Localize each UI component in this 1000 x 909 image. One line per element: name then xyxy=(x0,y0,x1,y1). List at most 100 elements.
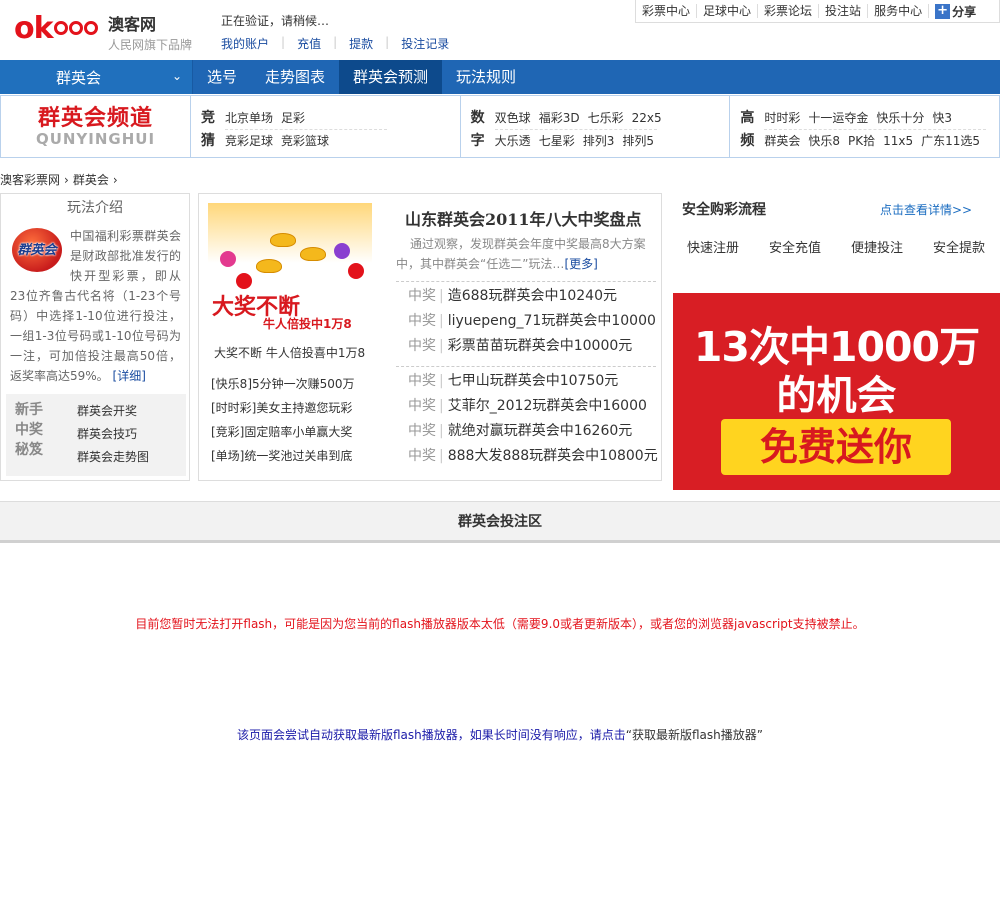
channel-link[interactable]: 足彩 xyxy=(281,107,305,129)
promo-banner[interactable]: 13次中1000万 的机会 免费送你 xyxy=(673,293,1000,490)
step-bet[interactable]: 便捷投注 xyxy=(836,237,918,256)
lottery-ball-icon xyxy=(334,243,350,259)
news-panel: 大奖不断 牛人倍投中1万8 大奖不断 牛人倍投喜中1万8 [快乐8]5分钟一次赚… xyxy=(198,193,662,481)
flash-error-message: 目前您暂时无法打开flash，可能是因为您当前的flash播放器版本太低（需要9… xyxy=(135,617,865,631)
channel-link[interactable]: 22x5 xyxy=(632,107,662,129)
intro-body: 群英会 中国福利彩票群英会是财政部批准发行的快开型彩票，即从23位齐鲁古代名将（… xyxy=(1,222,189,386)
promo-free-button[interactable]: 免费送你 xyxy=(721,419,951,475)
win-text: 七甲山玩群英会中10750元 xyxy=(447,373,619,389)
channel-group-high-freq: 高频 时时彩 十一运夺金 快乐十分 快3 群英会 快乐8 PK拾 11x5 广东… xyxy=(730,96,999,157)
top-link-football-center[interactable]: 足球中心 xyxy=(697,4,759,18)
banner-caption[interactable]: 大奖不断 牛人倍投喜中1万8 xyxy=(214,344,365,361)
tip-link[interactable]: 群英会走势图 xyxy=(77,446,149,469)
flash-download-link[interactable]: “获取最新版flash播放器” xyxy=(626,728,763,742)
tip-link[interactable]: 群英会技巧 xyxy=(77,423,149,446)
win-label: 中奖 xyxy=(408,373,436,389)
top-link-lottery-center[interactable]: 彩票中心 xyxy=(636,4,698,18)
withdraw-link[interactable]: 提款 xyxy=(349,35,373,52)
top-link-bet-station[interactable]: 投注站 xyxy=(819,4,869,18)
win-text: 艾菲尔_2012玩群英会中16000 xyxy=(447,398,647,414)
win-item[interactable]: 中奖 | 七甲山玩群英会中10750元 xyxy=(396,369,656,394)
channel-link[interactable]: 群英会 xyxy=(764,130,800,153)
win-item[interactable]: 中奖 | 888大发888玩群英会中10800元 xyxy=(396,444,658,469)
nav-tab-pick[interactable]: 选号 xyxy=(193,60,251,94)
win-item[interactable]: 中奖 | 就绝对赢玩群英会中16260元 xyxy=(396,419,656,444)
tip-link[interactable]: 群英会开奖 xyxy=(77,400,149,423)
lottery-select[interactable]: 群英会 ⌄ xyxy=(0,60,193,94)
news-more-link[interactable]: [更多] xyxy=(564,257,597,271)
safe-detail-link[interactable]: 点击查看详情>> xyxy=(880,201,972,218)
brand-block: 澳客网 人民网旗下品牌 xyxy=(108,11,192,53)
lottery-ball-icon xyxy=(348,263,364,279)
safe-title: 安全购彩流程 xyxy=(682,202,766,218)
top-link-service[interactable]: 服务中心 xyxy=(868,4,930,18)
news-headline[interactable]: 山东群英会2011年八大中奖盘点 xyxy=(405,206,642,230)
channel-link[interactable]: 时时彩 xyxy=(764,107,800,129)
news-summary: 通过观察，发现群英会年度中奖最高8大方案中，其中群英会“任选二”玩法…[更多] xyxy=(396,234,654,274)
nav-tab-forecast[interactable]: 群英会预测 xyxy=(339,60,443,94)
gold-ingot-icon xyxy=(300,247,326,261)
separator: | xyxy=(333,35,338,49)
channel-link[interactable]: 快乐十分 xyxy=(876,107,924,129)
tips-box: 新手中奖秘笈 群英会开奖 群英会技巧 群英会走势图 xyxy=(6,394,186,476)
win-item[interactable]: 中奖 | 彩票苗苗玩群英会中10000元 xyxy=(396,334,656,359)
channel-link[interactable]: 竞彩篮球 xyxy=(281,130,329,153)
channel-link[interactable]: 七星彩 xyxy=(539,130,575,153)
step-register[interactable]: 快速注册 xyxy=(672,237,754,256)
qunyinghui-logo: 群英会 xyxy=(10,228,64,272)
bet-record-link[interactable]: 投注记录 xyxy=(401,35,449,52)
news-item[interactable]: [时时彩]美女主持邀您玩彩 xyxy=(211,396,355,420)
channel-link[interactable]: 11x5 xyxy=(883,130,913,153)
news-item[interactable]: [快乐8]5分钟一次赚500万 xyxy=(211,372,355,396)
win-text: 彩票苗苗玩群英会中10000元 xyxy=(447,338,633,354)
recharge-link[interactable]: 充值 xyxy=(297,35,321,52)
site-header: ok 澳客网 人民网旗下品牌 正在验证，请稍候… 我的账户 | 充值 | 提款 … xyxy=(0,0,1000,60)
logo-ring xyxy=(83,21,98,35)
banner-subline: 牛人倍投中1万8 xyxy=(263,317,352,331)
channel-link[interactable]: 排列3 xyxy=(583,130,615,153)
intro-detail-link[interactable]: [详细] xyxy=(113,369,146,383)
top-link-forum[interactable]: 彩票论坛 xyxy=(758,4,820,18)
intro-panel: 玩法介绍 群英会 中国福利彩票群英会是财政部批准发行的快开型彩票，即从23位齐鲁… xyxy=(0,193,190,481)
channel-link[interactable]: 北京单场 xyxy=(225,107,273,129)
step-recharge[interactable]: 安全充值 xyxy=(754,237,836,256)
news-summary-text: 通过观察，发现群英会年度中奖最高8大方案中，其中群英会“任选二”玩法… xyxy=(396,237,646,271)
channel-link[interactable]: 快乐8 xyxy=(808,130,840,153)
nav-tab-trend[interactable]: 走势图表 xyxy=(251,60,339,94)
safe-purchase-panel: 安全购彩流程 点击查看详情>> 快速注册 安全充值 便捷投注 安全提款 xyxy=(672,193,1000,278)
win-text: 888大发888玩群英会中10800元 xyxy=(447,448,658,464)
win-item[interactable]: 中奖 | liyuepeng_71玩群英会中10000 xyxy=(396,309,656,334)
intro-title: 玩法介绍 xyxy=(67,200,123,216)
logo-text: 群英会 xyxy=(17,243,57,258)
channel-link[interactable]: 十一运夺金 xyxy=(808,107,868,129)
breadcrumb-current[interactable]: 群英会 xyxy=(73,173,109,187)
channel-link[interactable]: 快3 xyxy=(932,107,952,129)
channel-link[interactable]: PK拾 xyxy=(848,130,875,153)
channel-link[interactable]: 大乐透 xyxy=(495,130,531,153)
win-label: 中奖 xyxy=(408,288,436,304)
brand-subtitle: 人民网旗下品牌 xyxy=(108,38,193,52)
win-item[interactable]: 中奖 | 造688玩群英会中10240元 xyxy=(396,284,656,309)
breadcrumb-home[interactable]: 澳客彩票网 xyxy=(0,173,60,187)
okooo-logo[interactable]: ok xyxy=(14,10,98,46)
nav-tab-rules[interactable]: 玩法规则 xyxy=(442,60,530,94)
win-list-b: 中奖 | 七甲山玩群英会中10750元 中奖 | 艾菲尔_2012玩群英会中16000 … xyxy=(396,366,658,469)
channel-link[interactable]: 排列5 xyxy=(622,130,654,153)
logo-ring xyxy=(53,21,68,35)
channel-link[interactable]: 福彩3D xyxy=(539,107,580,129)
news-banner-image[interactable]: 大奖不断 牛人倍投中1万8 xyxy=(208,203,372,337)
channel-link[interactable]: 双色球 xyxy=(495,107,531,129)
channel-logo[interactable]: 群英会频道 QUNYINGHUI xyxy=(1,96,191,157)
news-item[interactable]: [单场]统一奖池过关串到底 xyxy=(211,444,355,468)
channel-link[interactable]: 竞彩足球 xyxy=(225,130,273,153)
my-account-link[interactable]: 我的账户 xyxy=(221,35,269,52)
account-links: 我的账户 | 充值 | 提款 | 投注记录 xyxy=(221,35,449,52)
channel-link[interactable]: 广东11选5 xyxy=(921,130,980,153)
win-item[interactable]: 中奖 | 艾菲尔_2012玩群英会中16000 xyxy=(396,394,656,419)
news-item[interactable]: [竞彩]固定赔率小单赢大奖 xyxy=(211,420,355,444)
share-button[interactable]: + 分享 xyxy=(929,3,976,20)
channel-link[interactable]: 七乐彩 xyxy=(588,107,624,129)
brand-name: 澳客网 xyxy=(108,15,157,34)
win-label: 中奖 xyxy=(408,398,436,414)
step-withdraw[interactable]: 安全提款 xyxy=(918,237,1000,256)
